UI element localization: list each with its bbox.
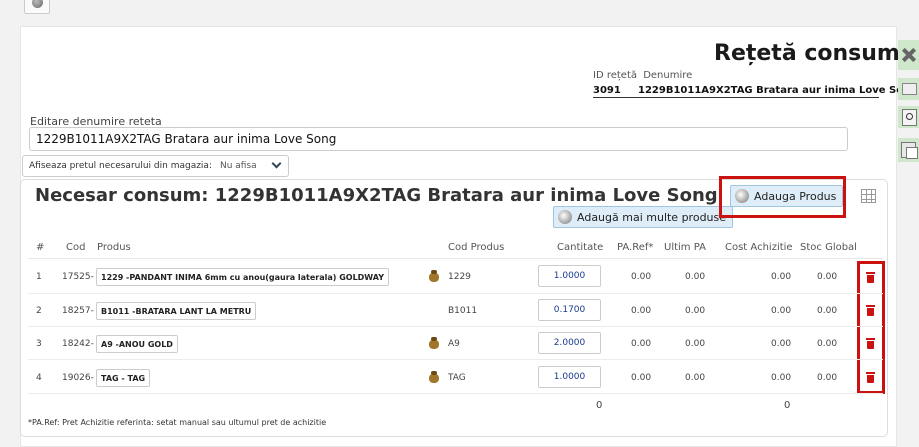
- row-ultim-pa: 0.00: [685, 339, 706, 349]
- row-index: 2: [36, 306, 42, 316]
- warehouse-price-label: Afiseaza pretul necesarului din magazia:: [29, 161, 212, 171]
- row-divider: [28, 393, 883, 394]
- top-settings-button[interactable]: [24, 0, 50, 14]
- page-title: Rețetă consum: [714, 41, 900, 66]
- row-pa-ref: 0.00: [631, 272, 652, 282]
- edit-name-input[interactable]: [29, 127, 848, 151]
- row-ultim-pa: 0.00: [685, 373, 706, 383]
- trash-icon[interactable]: [866, 272, 875, 283]
- trash-icon[interactable]: [866, 372, 875, 383]
- trash-icon[interactable]: [866, 305, 875, 316]
- col-header-stoc-global: Stoc Global: [800, 242, 857, 253]
- recipe-id: 3091: [593, 85, 621, 96]
- row-cod-produs: A9: [448, 339, 460, 349]
- col-header-index: #: [36, 242, 45, 253]
- row-ultim-pa: 0.00: [685, 272, 706, 282]
- footnote: *PA.Ref: Pret Achizitie referinta: setat…: [28, 418, 327, 427]
- highlight-add-product: [719, 176, 846, 218]
- row-cost: 0.00: [771, 306, 792, 316]
- row-pa-ref: 0.00: [631, 306, 652, 316]
- grid-icon[interactable]: [861, 189, 876, 203]
- row-product[interactable]: A9 -ANOU GOLD: [96, 335, 178, 353]
- row-index: 3: [36, 339, 42, 349]
- id-label: ID rețetă: [593, 70, 637, 81]
- row-pa-ref: 0.00: [631, 339, 652, 349]
- row-index: 1: [36, 272, 42, 282]
- row-index: 4: [36, 373, 42, 383]
- disc-icon: [32, 0, 43, 8]
- total-quantity: 0: [596, 400, 603, 411]
- row-divider: [28, 326, 883, 327]
- col-header-ultim-pa: Ultim PA: [664, 242, 706, 253]
- recipe-meta-labels: ID rețetă Denumire: [593, 70, 695, 81]
- mail-icon[interactable]: [898, 78, 919, 100]
- col-header-produs: Produs: [97, 242, 131, 253]
- section-title: Necesar consum: 1229B1011A9X2TAG Bratara…: [35, 185, 718, 206]
- row-stoc: 0.00: [817, 306, 838, 316]
- col-header-cod: Cod: [66, 242, 86, 253]
- row-cod: 19026-: [62, 373, 94, 383]
- total-cost: 0: [784, 400, 791, 411]
- row-quantity-input[interactable]: 2.0000: [538, 332, 601, 354]
- documents-icon[interactable]: [898, 138, 919, 162]
- money-bag-icon[interactable]: [428, 270, 440, 282]
- trash-icon[interactable]: [866, 338, 875, 349]
- close-icon[interactable]: [898, 40, 919, 70]
- row-product[interactable]: 1229 -PANDANT INIMA 6mm cu anou(gaura la…: [96, 268, 389, 286]
- row-stoc: 0.00: [817, 373, 838, 383]
- recipe-name: 1229B1011A9X2TAG Bratara aur inima Love …: [638, 85, 918, 96]
- header-divider: [28, 258, 883, 259]
- row-cost: 0.00: [771, 272, 792, 282]
- add-multiple-products-button[interactable]: Adaugă mai multe produse: [553, 206, 734, 228]
- row-ultim-pa: 0.00: [685, 306, 706, 316]
- col-header-cantitate: Cantitate: [557, 242, 604, 253]
- row-pa-ref: 0.00: [631, 373, 652, 383]
- row-divider: [28, 293, 883, 294]
- row-quantity-input[interactable]: 1.0000: [538, 366, 601, 388]
- add-multiple-label: Adaugă mai multe produse: [577, 210, 727, 224]
- row-product[interactable]: TAG - TAG: [96, 369, 151, 387]
- row-cod-produs: B1011: [448, 306, 478, 316]
- col-header-pa-ref: PA.Ref*: [617, 242, 654, 253]
- row-cod: 17525-: [62, 272, 94, 282]
- row-cost: 0.00: [771, 339, 792, 349]
- row-cod: 18257-: [62, 306, 94, 316]
- row-cod: 18242-: [62, 339, 94, 349]
- col-header-cod-produs: Cod Produs: [448, 242, 505, 253]
- chevron-down-icon: [271, 158, 282, 169]
- search-document-icon[interactable]: [898, 106, 919, 128]
- row-stoc: 0.00: [817, 339, 838, 349]
- warehouse-price-value: Nu afisa: [219, 161, 257, 171]
- row-cod-produs: TAG: [448, 373, 466, 383]
- row-quantity-input[interactable]: 0.1700: [538, 299, 601, 321]
- row-quantity-input[interactable]: 1.0000: [538, 265, 601, 287]
- money-bag-icon[interactable]: [428, 371, 440, 383]
- row-product[interactable]: B1011 -BRATARA LANT LA METRU: [96, 302, 257, 320]
- disc-icon: [558, 210, 572, 224]
- recipe-meta-values: 3091 1229B1011A9X2TAG Bratara aur inima L…: [593, 85, 917, 98]
- row-divider: [28, 359, 883, 360]
- name-label: Denumire: [643, 70, 693, 81]
- money-bag-icon[interactable]: [428, 337, 440, 349]
- row-stoc: 0.00: [817, 272, 838, 282]
- row-cost: 0.00: [771, 373, 792, 383]
- warehouse-price-select[interactable]: Afiseaza pretul necesarului din magazia:…: [22, 155, 289, 177]
- row-cod-produs: 1229: [448, 272, 471, 282]
- col-header-cost-achizitie: Cost Achizitie: [725, 242, 793, 253]
